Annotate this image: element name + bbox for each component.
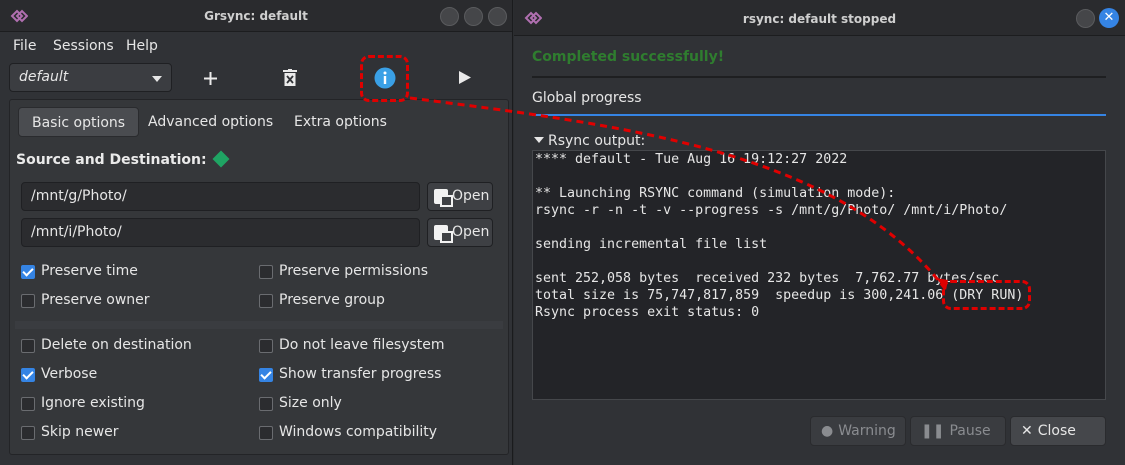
status-text: Completed successfully! (532, 49, 725, 65)
options-notebook: Basic options Advanced options Extra opt… (9, 99, 509, 455)
dry-run-highlight (942, 280, 1031, 310)
log-line: **** default - Tue Aug 16 19:12:27 2022 (535, 152, 848, 167)
close-window-button[interactable] (488, 7, 507, 26)
checkbox[interactable] (21, 294, 35, 308)
window-title: Grsync: default (204, 9, 308, 23)
option-label: Ignore existing (41, 395, 145, 411)
checkbox[interactable] (21, 339, 35, 353)
checkbox[interactable] (21, 265, 35, 279)
checkbox[interactable] (21, 368, 35, 382)
run-icon[interactable] (459, 71, 471, 84)
close-icon: ✕ (1021, 423, 1033, 439)
minimize-button[interactable] (440, 7, 459, 26)
menubar: File Sessions Help (0, 32, 512, 58)
checkbox[interactable] (259, 368, 273, 382)
warning-icon: ● (821, 423, 834, 439)
minimize-button[interactable] (1076, 9, 1095, 28)
destination-path-text: /mnt/i/Photo/ (31, 224, 122, 240)
window-title: rsync: default stopped (742, 12, 897, 26)
destination-open-label: Open (452, 224, 490, 240)
tab-basic-options[interactable]: Basic options (18, 107, 140, 137)
warning-label: Warning (838, 423, 896, 439)
source-destination-heading: Source and Destination: (16, 150, 230, 168)
log-line: Rsync process exit status: 0 (535, 305, 760, 320)
session-select-value: default (19, 69, 69, 85)
close-button[interactable]: ✕ Close (1010, 416, 1106, 446)
destination-open-button[interactable]: Open (427, 218, 493, 247)
source-open-button[interactable]: Open (427, 182, 493, 211)
destination-path-field[interactable]: /mnt/i/Photo/ (21, 218, 420, 247)
option-label: Preserve owner (41, 292, 150, 308)
maximize-button[interactable] (464, 7, 483, 26)
pause-button[interactable]: ❚❚ Pause (910, 416, 1006, 446)
global-progress-label: Global progress (532, 90, 642, 106)
titlebar: rsync: default stopped ✕ (514, 0, 1125, 36)
option-label: Preserve group (279, 292, 385, 308)
folder-open-icon (434, 225, 453, 243)
option-label: Preserve time (41, 263, 138, 279)
menu-sessions[interactable]: Sessions (53, 38, 114, 54)
rsync-output-log[interactable]: **** default - Tue Aug 16 19:12:27 2022 … (532, 150, 1106, 400)
help-icon[interactable] (212, 150, 230, 168)
pause-label: Pause (949, 423, 991, 439)
global-progress-bar (532, 114, 1106, 116)
menu-help[interactable]: Help (126, 38, 158, 54)
warning-button[interactable]: ● Warning (810, 416, 906, 446)
source-destination-title: Source and Destination: (16, 152, 207, 168)
option-label: Preserve permissions (279, 263, 429, 279)
option-label: Verbose (41, 366, 98, 382)
option-label: Delete on destination (41, 337, 192, 353)
log-line: rsync -r -n -t -v --progress -s /mnt/g/P… (535, 203, 1008, 218)
option-label: Size only (279, 395, 342, 411)
grsync-main-window: Grsync: default File Sessions Help defau… (0, 0, 513, 465)
delete-icon[interactable] (283, 69, 297, 86)
option-label: Windows compatibility (279, 424, 438, 440)
source-path-field[interactable]: /mnt/g/Photo/ (21, 182, 420, 211)
close-window-button[interactable]: ✕ (1099, 8, 1119, 28)
checkbox[interactable] (259, 426, 273, 440)
checkbox[interactable] (259, 339, 273, 353)
log-line: sent 252,058 bytes received 232 bytes 7,… (535, 271, 1000, 286)
option-label: Skip newer (41, 424, 119, 440)
source-path-text: /mnt/g/Photo/ (31, 188, 127, 204)
add-icon[interactable] (204, 72, 217, 85)
tab-extra-options[interactable]: Extra options (281, 107, 400, 137)
tab-bar: Basic options Advanced options Extra opt… (10, 100, 508, 144)
chevron-down-icon (152, 76, 162, 82)
rsync-output-label: Rsync output: (548, 133, 646, 149)
checkbox[interactable] (259, 294, 273, 308)
close-label: Close (1037, 423, 1076, 439)
log-line: sending incremental file list (535, 237, 768, 252)
divider (532, 76, 1106, 78)
rsync-progress-window: rsync: default stopped ✕ Completed succe… (514, 0, 1125, 465)
rsync-output-expander[interactable]: Rsync output: (534, 133, 645, 149)
menu-file[interactable]: File (13, 38, 36, 54)
log-line: ** Launching RSYNC command (simulation m… (535, 186, 896, 201)
pause-icon: ❚❚ (921, 423, 945, 439)
checkbox[interactable] (259, 265, 273, 279)
session-select[interactable]: default (9, 63, 172, 92)
folder-open-icon (434, 189, 453, 207)
separator (15, 321, 503, 329)
checkbox[interactable] (21, 397, 35, 411)
option-label: Do not leave filesystem (279, 337, 445, 353)
expander-arrow-icon (534, 137, 544, 143)
toolbar: default (0, 58, 512, 98)
info-button-highlight (360, 55, 409, 102)
tab-advanced-options[interactable]: Advanced options (135, 107, 286, 137)
checkbox[interactable] (259, 397, 273, 411)
source-open-label: Open (452, 188, 490, 204)
titlebar: Grsync: default (0, 0, 512, 32)
checkbox[interactable] (21, 426, 35, 440)
option-label: Show transfer progress (279, 366, 442, 382)
